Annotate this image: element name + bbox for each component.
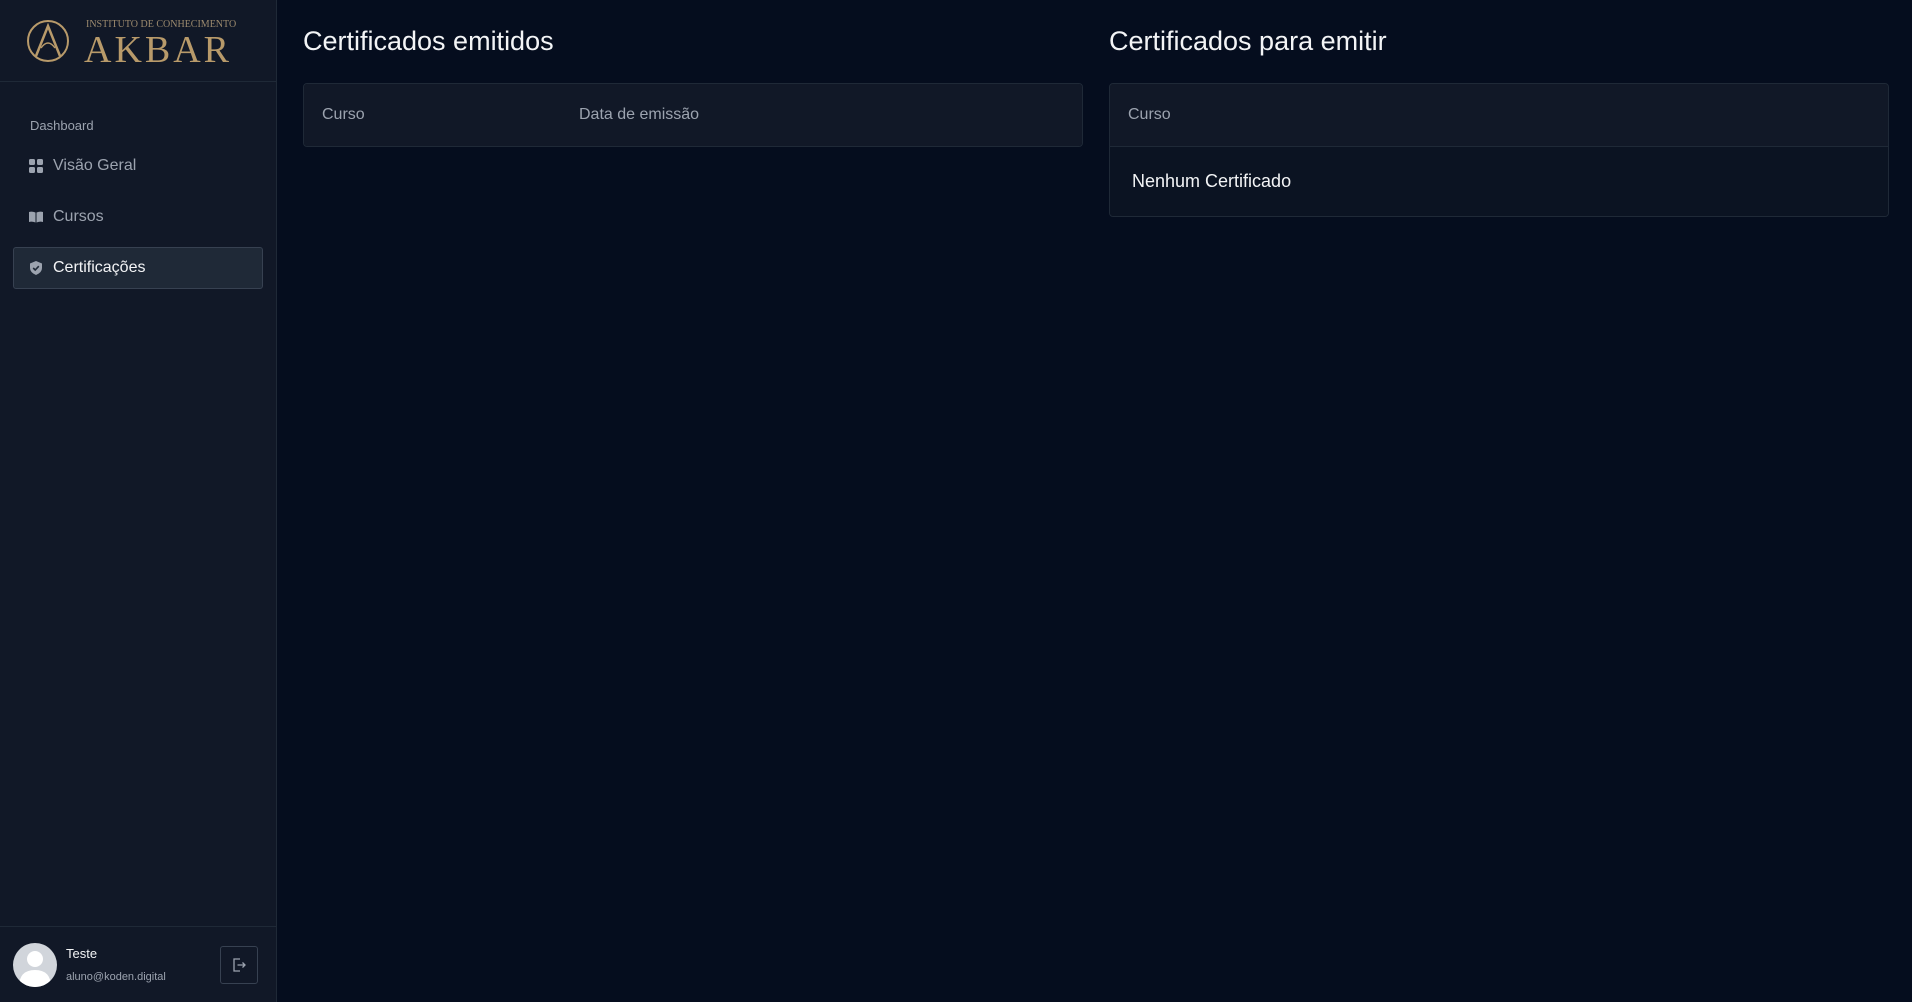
- logo-area: INSTITUTO DE CONHECIMENTO AKBAR: [0, 0, 276, 82]
- table-header: Curso: [1110, 84, 1888, 146]
- user-silhouette-icon: [19, 950, 51, 987]
- logout-button[interactable]: [220, 945, 258, 984]
- pending-certificates-table: Curso Nenhum Certificado: [1109, 83, 1889, 217]
- sidebar-item-visao-geral[interactable]: Visão Geral: [13, 145, 263, 187]
- sidebar-item-cursos[interactable]: Cursos: [13, 196, 263, 238]
- sidebar-item-label: Visão Geral: [53, 157, 137, 174]
- user-info: Teste aluno@koden.digital: [66, 946, 220, 983]
- nav-section-label: Dashboard: [30, 118, 94, 133]
- main-content: Certificados emitidos Curso Data de emis…: [277, 0, 1912, 1002]
- sidebar: INSTITUTO DE CONHECIMENTO AKBAR Dashboar…: [0, 0, 277, 1002]
- pending-certificates-section: Certificados para emitir Curso Nenhum Ce…: [1109, 0, 1889, 1002]
- user-email: aluno@koden.digital: [66, 971, 166, 983]
- grid-icon: [29, 159, 43, 173]
- empty-state-row: Nenhum Certificado: [1110, 146, 1888, 216]
- column-header-issue-date: Data de emissão: [579, 106, 700, 123]
- table-header: Curso Data de emissão: [304, 84, 1082, 146]
- sidebar-item-label: Cursos: [53, 208, 104, 225]
- user-panel: Teste aluno@koden.digital: [0, 926, 276, 1002]
- app-root: INSTITUTO DE CONHECIMENTO AKBAR Dashboar…: [0, 0, 1912, 1002]
- svg-text:AKBAR: AKBAR: [84, 29, 232, 66]
- shield-icon: [29, 261, 43, 275]
- column-header-course: Curso: [1128, 106, 1171, 123]
- issued-certificates-title: Certificados emitidos: [303, 26, 554, 56]
- column-header-course: Curso: [322, 106, 365, 123]
- avatar: [13, 942, 57, 987]
- book-icon: [29, 210, 43, 224]
- issued-certificates-table: Curso Data de emissão: [303, 83, 1083, 147]
- pending-certificates-title: Certificados para emitir: [1109, 26, 1387, 56]
- sidebar-item-label: Certificações: [53, 259, 146, 276]
- akbar-logo: INSTITUTO DE CONHECIMENTO AKBAR: [27, 19, 236, 66]
- user-name: Teste: [66, 946, 98, 961]
- empty-state-message: Nenhum Certificado: [1132, 171, 1292, 191]
- issued-certificates-section: Certificados emitidos Curso Data de emis…: [303, 0, 1083, 1002]
- sidebar-item-certificacoes[interactable]: Certificações: [13, 247, 263, 289]
- sidebar-nav: Dashboard Visão Geral Cursos Certificaçõ…: [0, 82, 276, 298]
- logout-icon: [233, 957, 246, 972]
